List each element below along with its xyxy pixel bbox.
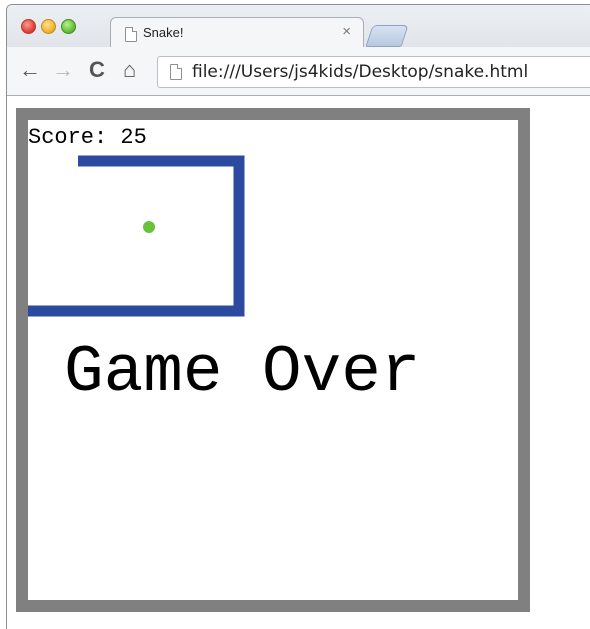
home-icon[interactable]: ⌂ xyxy=(123,58,136,82)
tab-close-icon[interactable]: × xyxy=(342,23,351,40)
game-over-text: Game Over xyxy=(64,335,421,410)
score-text: Score: 25 xyxy=(28,125,147,150)
toolbar: ← → C ⌂ file:///Users/js4kids/Desktop/sn… xyxy=(7,47,590,96)
browser-window: Snake! × ← → C ⌂ file:///Users/js4kids/D… xyxy=(6,4,590,629)
zoom-window-button[interactable] xyxy=(61,19,76,34)
snake-body xyxy=(28,155,245,317)
new-tab-button[interactable] xyxy=(365,25,409,47)
close-window-button[interactable] xyxy=(21,19,36,34)
tab-title: Snake! xyxy=(143,25,184,40)
game-canvas[interactable]: Score: 25 Game Over xyxy=(16,108,530,612)
apple xyxy=(143,221,155,233)
forward-arrow-icon[interactable]: → xyxy=(52,58,74,82)
reload-icon[interactable]: C xyxy=(89,58,105,82)
minimize-window-button[interactable] xyxy=(41,19,56,34)
tab-snake[interactable]: Snake! × xyxy=(110,17,364,48)
page-icon xyxy=(125,27,137,42)
address-bar[interactable]: file:///Users/js4kids/Desktop/snake.html xyxy=(157,56,590,88)
back-arrow-icon[interactable]: ← xyxy=(19,58,41,82)
page-content: Score: 25 Game Over xyxy=(7,96,590,629)
page-icon xyxy=(170,64,182,80)
url-text[interactable]: file:///Users/js4kids/Desktop/snake.html xyxy=(192,62,528,82)
